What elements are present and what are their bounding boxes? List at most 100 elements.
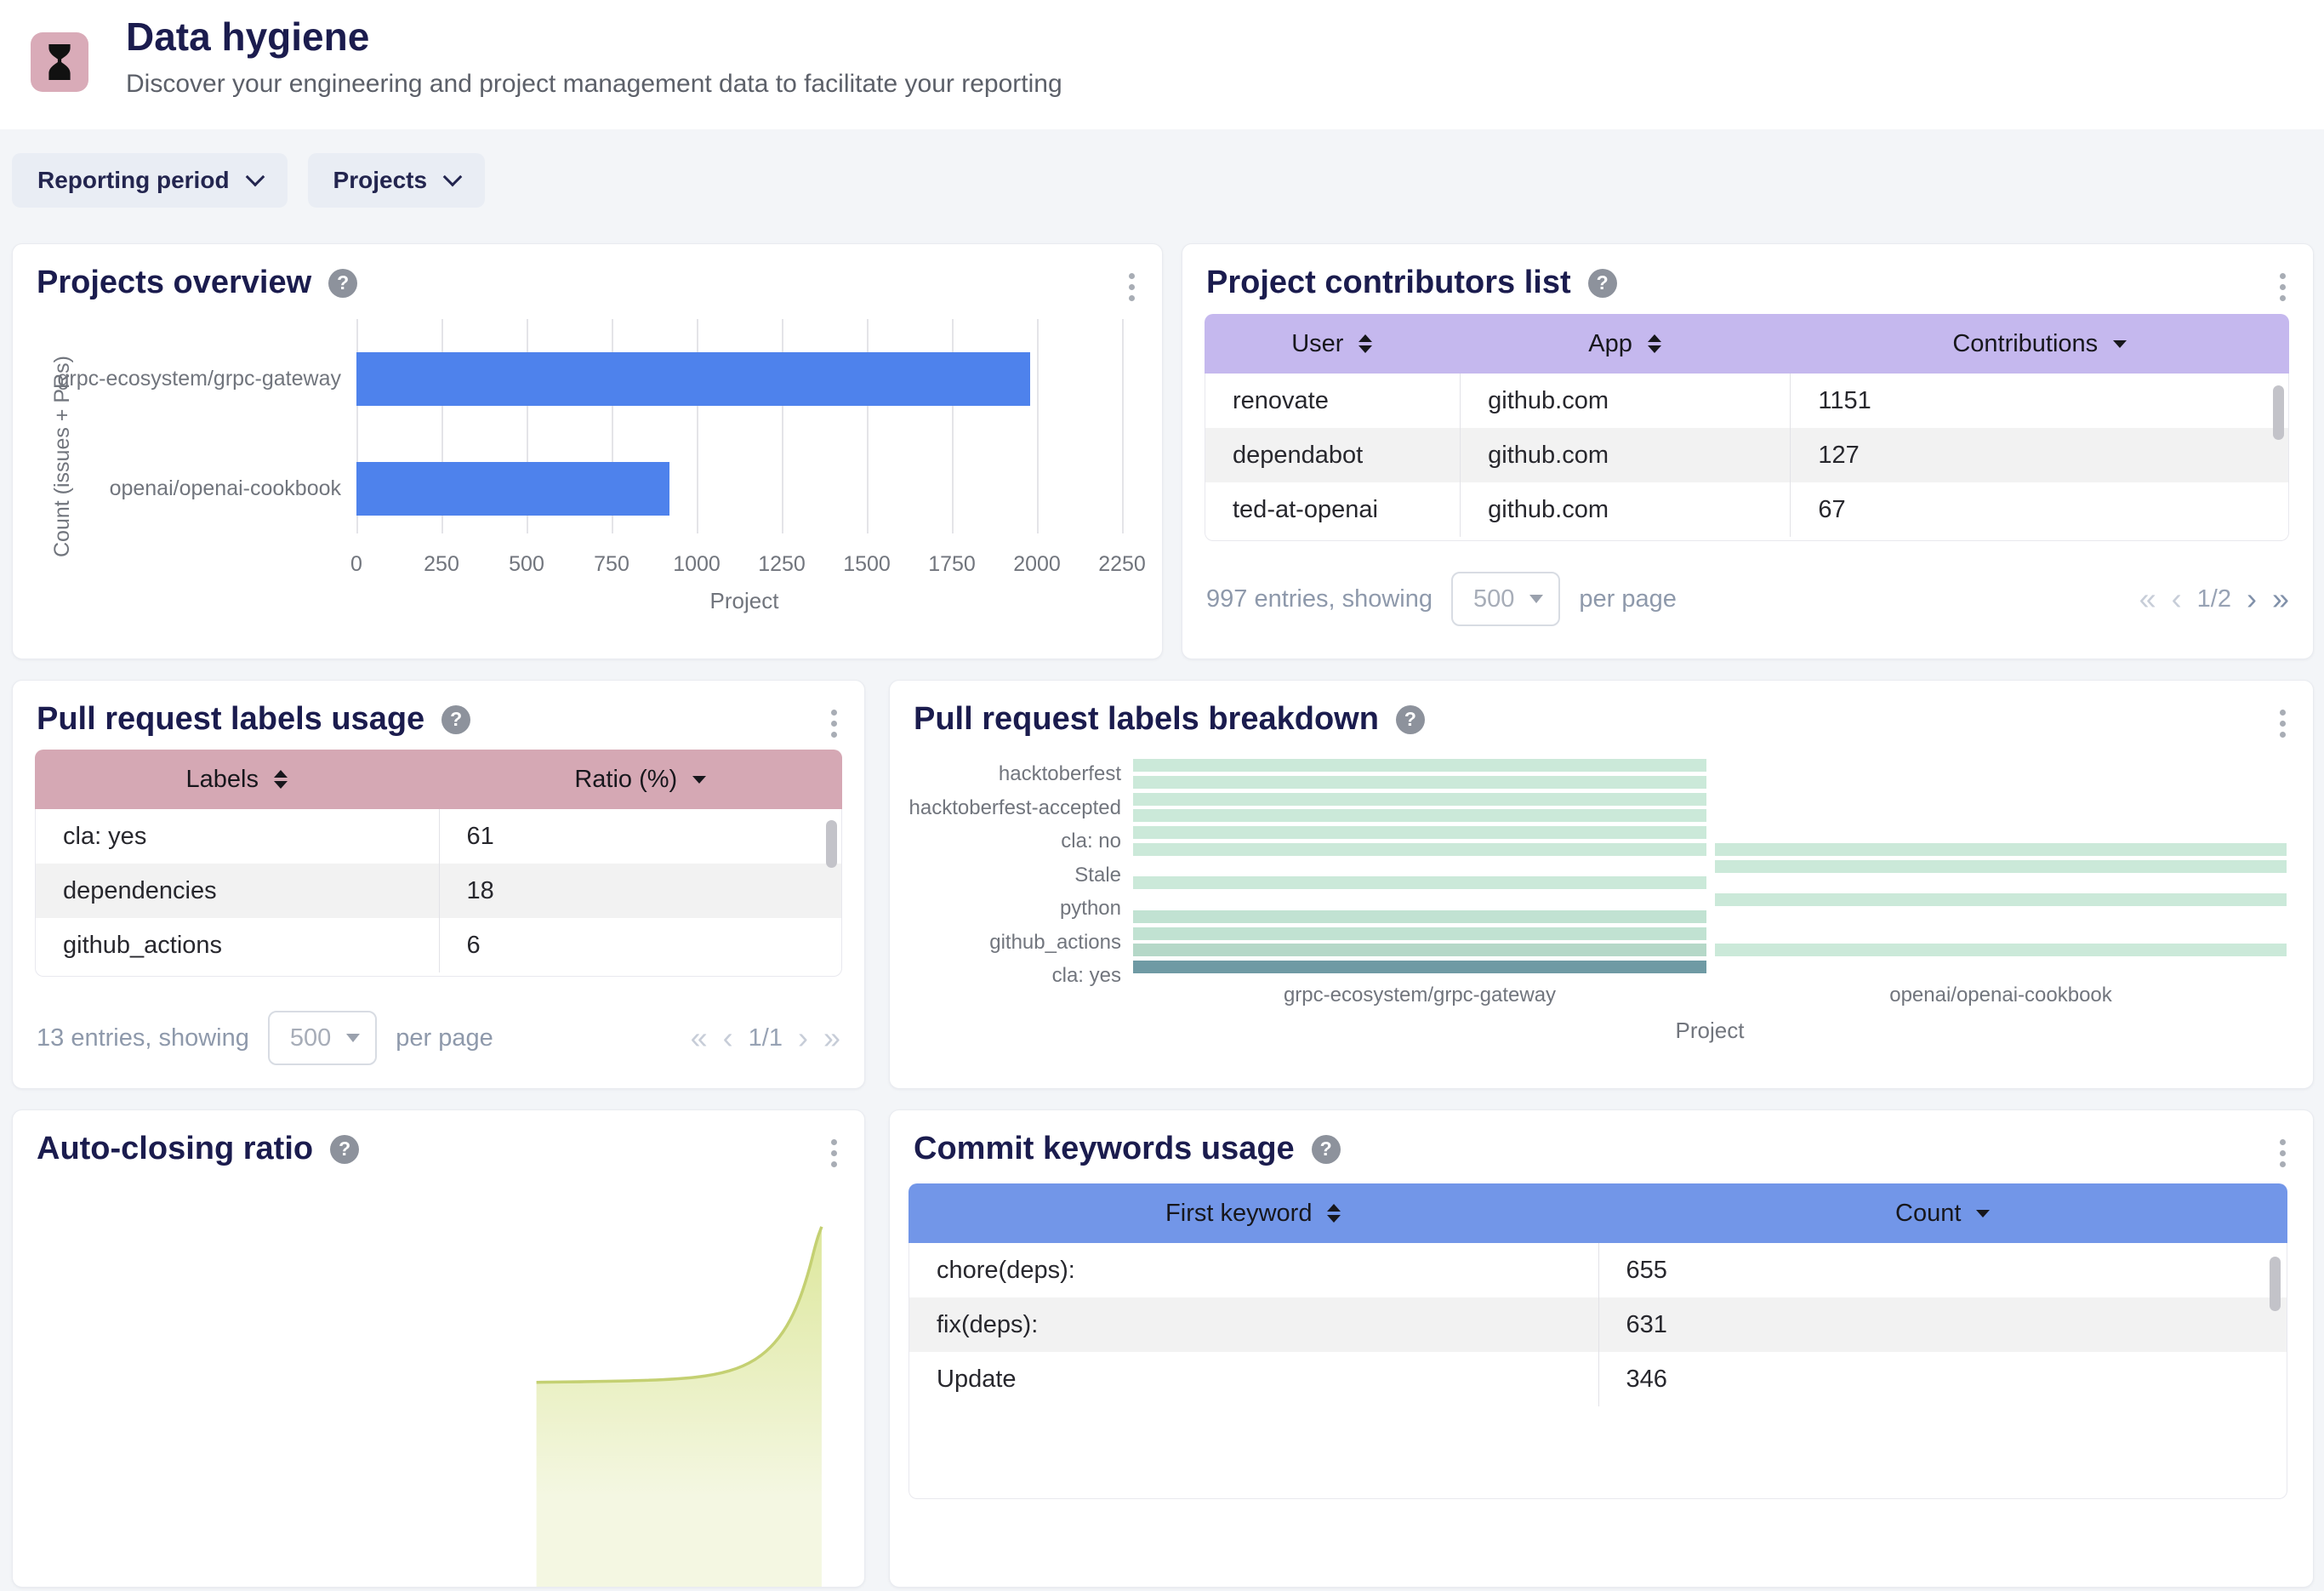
column-header-user[interactable]: User <box>1205 314 1460 374</box>
bar <box>1133 809 1706 823</box>
per-page-suffix: per page <box>396 1024 493 1052</box>
kebab-menu-icon[interactable] <box>2275 268 2291 306</box>
breakdown-label: github_actions <box>989 930 1121 954</box>
scrollbar-thumb[interactable] <box>826 820 837 868</box>
page-indicator: 1/1 <box>748 1024 783 1052</box>
reporting-period-label: Reporting period <box>37 167 230 193</box>
table-cell: dependencies <box>63 876 217 904</box>
column-header-app[interactable]: App <box>1460 314 1791 374</box>
scrollbar-thumb[interactable] <box>2270 1257 2281 1311</box>
table-header: Labels Ratio (%) <box>35 750 842 809</box>
column-header-first-keyword[interactable]: First keyword <box>909 1183 1598 1243</box>
sort-desc-icon <box>1976 1209 1991 1217</box>
entries-summary: 13 entries, showing <box>37 1024 249 1052</box>
column-label: First keyword <box>1165 1199 1313 1227</box>
table-body: cla: yes 61 dependencies 18 github_actions 6 <box>35 809 842 977</box>
table-cell: 61 <box>438 809 842 864</box>
table-row: fix(deps): 631 <box>909 1297 2287 1352</box>
help-icon[interactable] <box>1587 268 1617 298</box>
table-row: cla: yes 61 <box>36 809 841 864</box>
breakdown-label: hacktoberfest-accepted <box>909 796 1121 819</box>
per-page-value: 500 <box>1473 585 1515 613</box>
category-label: grpc-ecosystem/grpc-gateway <box>57 367 341 391</box>
projects-overview-chart: 0 250 500 750 1000 1250 1500 1750 2000 2250 grpc-e… <box>13 244 1162 659</box>
help-icon[interactable] <box>1395 704 1425 734</box>
panel-title: Pull request labels usage <box>37 701 425 737</box>
kebab-menu-icon[interactable] <box>2275 704 2291 743</box>
scrollbar-thumb[interactable] <box>2273 385 2284 440</box>
last-page-icon: » <box>823 1020 840 1055</box>
table-cell: ted-at-openai <box>1233 495 1378 523</box>
help-icon[interactable] <box>1311 1134 1341 1164</box>
sort-both-icon <box>1359 334 1373 353</box>
column-header-contributions[interactable]: Contributions <box>1791 314 2290 374</box>
per-page-select[interactable]: 500 <box>1451 572 1561 626</box>
gridline <box>867 319 869 533</box>
per-page-select[interactable]: 500 <box>267 1011 378 1065</box>
area-fill <box>536 1226 822 1587</box>
chevron-down-icon <box>245 167 265 187</box>
kebab-menu-icon[interactable] <box>1124 268 1140 306</box>
labels-usage-table: Labels Ratio (%) cla: yes 61 dependencies 18 g… <box>35 750 842 977</box>
table-body: chore(deps): 655 fix(deps): 631 Update 346 <box>909 1243 2287 1499</box>
x-tick-label: 0 <box>350 552 362 576</box>
help-icon[interactable] <box>328 268 358 298</box>
table-row: ted-at-openai github.com 67 <box>1205 482 2288 537</box>
top-header-bar: Data hygiene Discover your engineering a… <box>0 0 2324 129</box>
bar <box>1133 944 1706 957</box>
column-header-ratio-[interactable]: Ratio (%) <box>439 750 843 809</box>
column-header-labels[interactable]: Labels <box>35 750 439 809</box>
page-subtitle: Discover your engineering and project ma… <box>126 70 1062 98</box>
table-cell: renovate <box>1233 386 1329 414</box>
page-title: Data hygiene <box>126 14 370 59</box>
bar <box>1133 775 1706 789</box>
x-tick-label: 250 <box>424 552 459 576</box>
help-icon[interactable] <box>441 704 471 734</box>
projects-filter-button[interactable]: Projects <box>307 153 486 208</box>
chevron-down-icon <box>442 167 463 187</box>
facet-label: grpc-ecosystem/grpc-gateway <box>1283 984 1557 1006</box>
gridline <box>952 319 954 533</box>
sort-desc-icon <box>2113 339 2127 348</box>
table-header: User App Contributions <box>1205 314 2289 374</box>
gridline <box>1037 319 1039 533</box>
bar <box>356 352 1030 406</box>
table-cell: Update <box>937 1365 1017 1393</box>
x-tick-label: 1000 <box>673 552 721 576</box>
panel-title: Project contributors list <box>1206 265 1571 300</box>
gridline <box>1122 319 1124 533</box>
x-tick-label: 750 <box>594 552 629 576</box>
reporting-period-filter-button[interactable]: Reporting period <box>12 153 288 208</box>
table-cell: github.com <box>1460 374 1790 428</box>
gridline <box>697 319 698 533</box>
table-cell: github_actions <box>63 931 223 959</box>
auto-closing-ratio-panel: Auto-closing ratio <box>12 1109 865 1588</box>
kebab-menu-icon[interactable] <box>826 1134 842 1172</box>
table-cell: 346 <box>1598 1352 2287 1406</box>
panel-title: Projects overview <box>37 265 312 300</box>
x-axis-label: Project <box>1675 1018 1745 1043</box>
sort-both-icon <box>273 770 288 789</box>
kebab-menu-icon[interactable] <box>826 704 842 743</box>
caret-down-icon <box>346 1034 361 1042</box>
project-contributors-panel: Project contributors list User App Contrib… <box>1182 243 2314 659</box>
column-label: User <box>1291 329 1344 357</box>
x-tick-label: 1750 <box>928 552 976 576</box>
help-icon[interactable] <box>330 1134 360 1164</box>
last-page-icon[interactable]: » <box>2272 584 2289 614</box>
per-page-suffix: per page <box>1579 585 1677 613</box>
next-page-icon[interactable]: › <box>2247 584 2257 614</box>
bar <box>1133 961 1706 973</box>
table-cell: 67 <box>1790 482 2288 537</box>
breakdown-label: cla: no <box>1061 830 1121 853</box>
kebab-menu-icon[interactable] <box>2275 1134 2291 1172</box>
sort-desc-icon <box>692 775 707 784</box>
per-page-value: 500 <box>289 1024 332 1052</box>
projects-overview-panel: Projects overview 0 250 500 750 1000 1250 1500… <box>12 243 1163 659</box>
table-header: First keyword Count <box>909 1183 2287 1243</box>
commit-keywords-panel: Commit keywords usage First keyword Count… <box>889 1109 2314 1588</box>
panel-title: Pull request labels breakdown <box>914 701 1379 737</box>
labels-usage-pagination: 13 entries, showing 500 per page « ‹ 1/1 › » <box>37 1011 840 1065</box>
x-tick-label: 1500 <box>843 552 891 576</box>
column-header-count[interactable]: Count <box>1598 1183 2288 1243</box>
